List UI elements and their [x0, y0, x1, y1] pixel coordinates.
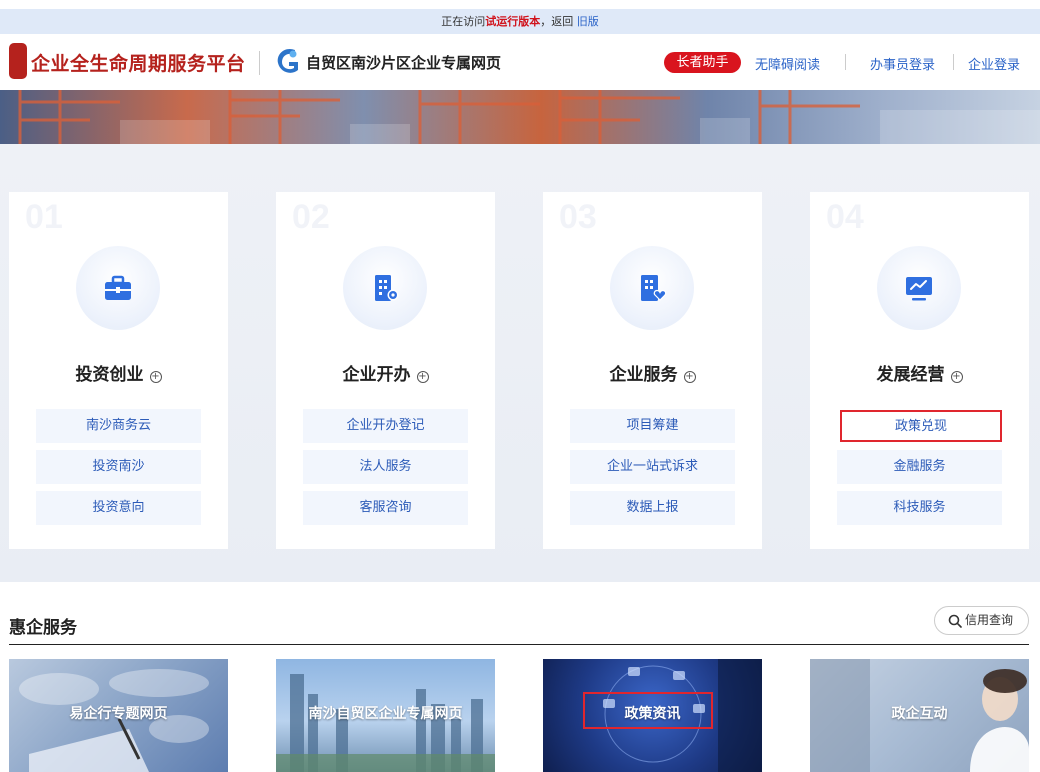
card-link-legal-person-services[interactable]: 法人服务	[303, 450, 468, 484]
expand-plus-icon[interactable]: +	[683, 371, 696, 383]
search-icon	[948, 614, 962, 628]
credit-query-button[interactable]: 信用查询	[934, 606, 1029, 635]
card-icon-circle	[610, 246, 694, 330]
version-notice-bar: 正在访问试运行版本，返回 旧版	[0, 9, 1040, 34]
card-title-text: 投资创业	[75, 365, 144, 385]
card-link-financial-services[interactable]: 金融服务	[837, 450, 1002, 484]
staff-login-link[interactable]: 办事员登录	[870, 54, 935, 73]
card-link-one-stop-appeals[interactable]: 企业一站式诉求	[570, 450, 735, 484]
card-icon-circle	[76, 246, 160, 330]
card-title[interactable]: 企业服务 +	[543, 360, 762, 385]
old-version-link[interactable]: 旧版	[577, 15, 599, 28]
notice-middle: ，返回	[540, 15, 577, 28]
card-link-business-registration[interactable]: 企业开办登记	[303, 409, 468, 443]
site-header: 企业全生命周期服务平台 自贸区南沙片区企业专属网页 长者助手 无障碍阅读 办事员…	[0, 34, 1040, 90]
tile-label: 政企互动	[891, 706, 948, 722]
building-heart-icon	[641, 275, 667, 301]
site-title: 自贸区南沙片区企业专属网页	[306, 54, 502, 72]
card-link-customer-service[interactable]: 客服咨询	[303, 491, 468, 525]
card-number: 01	[25, 198, 63, 236]
tile-policy-news[interactable]: 政策资讯	[543, 659, 762, 772]
card-number: 02	[292, 198, 330, 236]
port-banner-image	[0, 90, 1040, 144]
expand-plus-icon[interactable]: +	[416, 371, 429, 383]
card-link-project-preparation[interactable]: 项目筹建	[570, 409, 735, 443]
card-link-tech-services[interactable]: 科技服务	[837, 491, 1002, 525]
notice-prefix: 正在访问	[441, 15, 486, 28]
expand-plus-icon[interactable]: +	[950, 371, 963, 383]
section-title: 惠企服务	[9, 618, 77, 638]
expand-plus-icon[interactable]: +	[149, 371, 162, 383]
card-title-text: 发展经营	[876, 365, 945, 385]
card-title[interactable]: 企业开办 +	[276, 360, 495, 385]
port-cranes-illustration	[18, 90, 1040, 144]
service-card-investment: 01 投资创业 + 南沙商务云 投资南沙 投资意向	[9, 192, 228, 549]
card-icon-circle	[877, 246, 961, 330]
tile-yiqixing[interactable]: 易企行专题网页	[9, 659, 228, 772]
credit-query-label: 信用查询	[965, 613, 1014, 627]
card-title[interactable]: 发展经营 +	[810, 360, 1029, 385]
card-link-nansha-business-cloud[interactable]: 南沙商务云	[36, 409, 201, 443]
company-login-link[interactable]: 企业登录	[968, 54, 1020, 73]
service-card-business-setup: 02 企业开办 + 企业开办登记 法人服务 客服咨询	[276, 192, 495, 549]
card-title-text: 企业开办	[342, 365, 411, 385]
card-title[interactable]: 投资创业 +	[9, 360, 228, 385]
elder-assistant-button[interactable]: 长者助手	[664, 52, 741, 73]
card-number: 04	[826, 198, 864, 236]
section-divider	[9, 644, 1029, 645]
g-swirl-logo-icon	[277, 48, 298, 73]
tile-nansha-ftz-page[interactable]: 南沙自贸区企业专属网页	[276, 659, 495, 772]
tile-label: 南沙自贸区企业专属网页	[308, 706, 463, 722]
header-separator	[953, 54, 954, 70]
service-card-enterprise-services: 03 企业服务 + 项目筹建 企业一站式诉求 数据上报	[543, 192, 762, 549]
card-link-investment-intent[interactable]: 投资意向	[36, 491, 201, 525]
card-link-policy-fulfillment[interactable]: 政策兑现	[840, 410, 1002, 442]
card-icon-circle	[343, 246, 427, 330]
accessible-reading-link[interactable]: 无障碍阅读	[755, 54, 820, 73]
card-number: 03	[559, 198, 597, 236]
service-card-business-development: 04 发展经营 + 政策兑现 金融服务 科技服务	[810, 192, 1029, 549]
notice-version: 试运行版本	[485, 15, 541, 28]
header-divider	[259, 51, 260, 75]
platform-title[interactable]: 企业全生命周期服务平台	[31, 49, 246, 76]
highlight-box	[583, 692, 713, 729]
card-link-data-reporting[interactable]: 数据上报	[570, 491, 735, 525]
header-separator	[845, 54, 846, 70]
card-title-text: 企业服务	[609, 365, 678, 385]
card-link-invest-nansha[interactable]: 投资南沙	[36, 450, 201, 484]
tile-gov-enterprise-interaction[interactable]: 政企互动	[810, 659, 1029, 772]
briefcase-icon	[105, 275, 131, 300]
tile-label: 易企行专题网页	[69, 706, 168, 722]
monitor-chart-icon	[906, 277, 932, 301]
nansha-seal-logo	[9, 43, 27, 79]
building-gear-icon	[375, 275, 399, 301]
